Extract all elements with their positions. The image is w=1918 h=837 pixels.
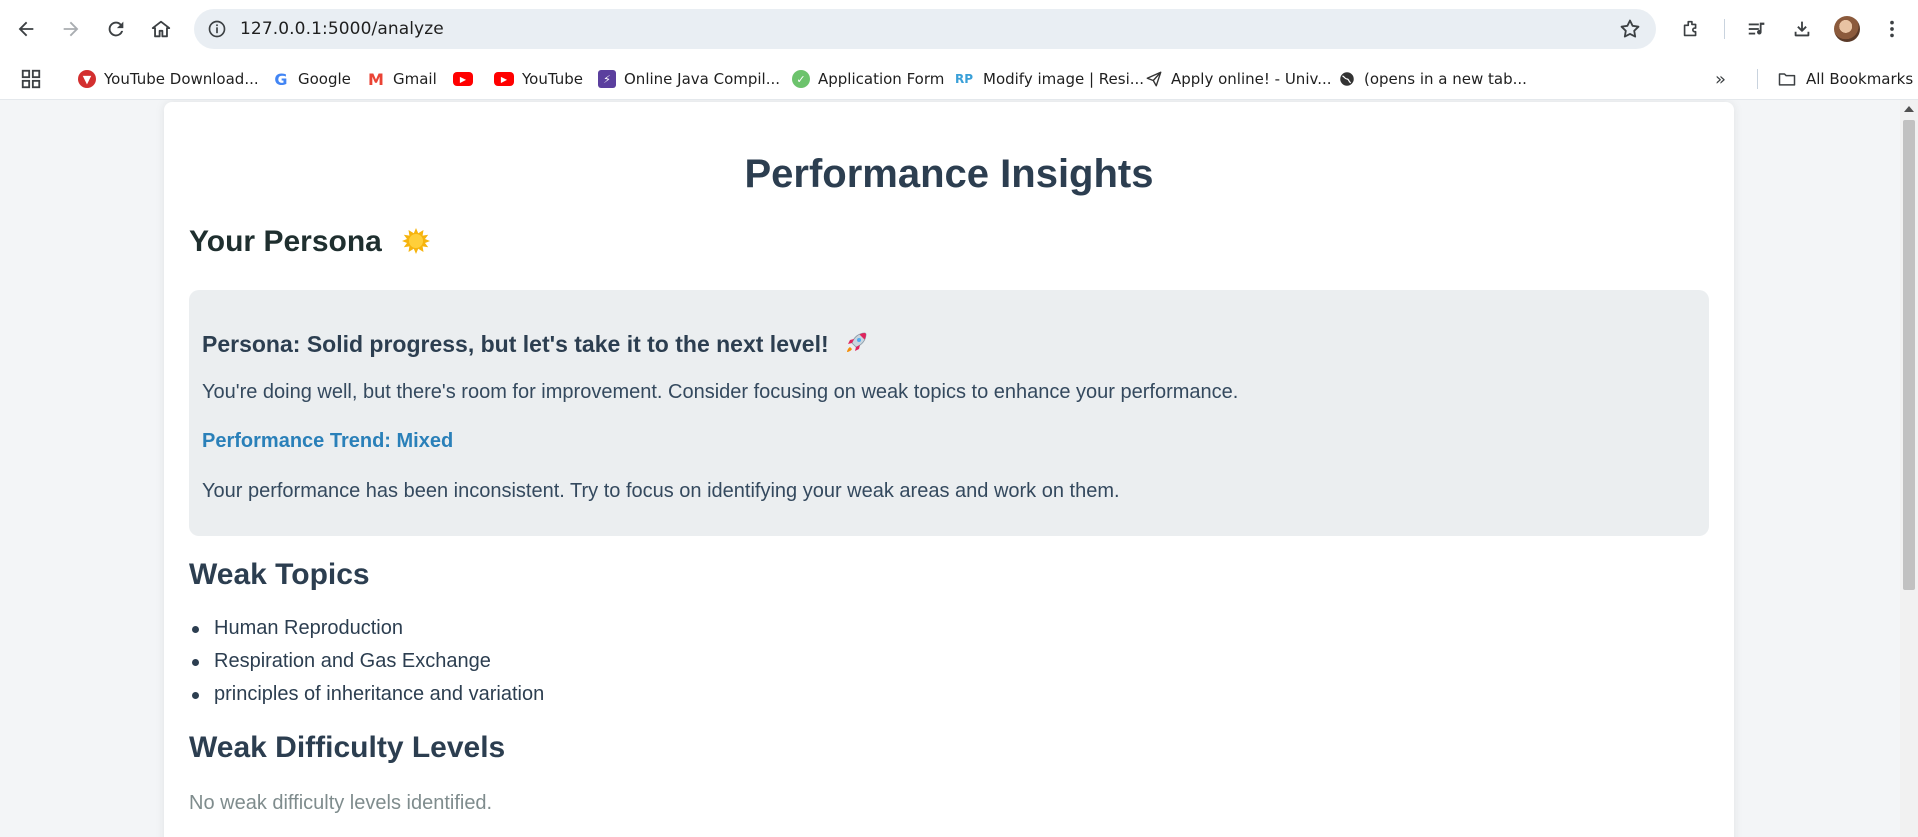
menu-kebab-icon[interactable] [1877,14,1907,44]
persona-heading-text: Your Persona [189,225,382,258]
bookmark-youtube-icon-only[interactable]: ▶ [453,66,481,92]
back-button[interactable] [10,13,42,45]
insights-card: Performance Insights Your Persona Person… [164,102,1734,837]
folder-icon [1776,70,1798,88]
bookmark-modify-image[interactable]: RP Modify image | Resi... [953,66,1144,92]
toolbar-divider [1724,19,1725,39]
more-bookmarks-chevron-icon[interactable]: » [1715,66,1726,92]
profile-avatar[interactable] [1834,16,1860,42]
bookmark-star-icon[interactable] [1618,17,1642,41]
browser-toolbar: 127.0.0.1:5000/analyze [0,0,1918,58]
all-bookmarks-button[interactable]: All Bookmarks [1776,66,1913,92]
bookmarks-divider [1757,69,1758,89]
weak-topics-heading: Weak Topics [189,558,370,591]
list-item: principles of inheritance and variation [191,683,544,716]
bookmark-label: Online Java Compil... [624,70,781,88]
bookmark-label: Application Form [818,70,945,88]
bookmark-opens-new-tab[interactable]: (opens in a new tab... [1338,66,1527,92]
paper-plane-icon [1145,70,1163,88]
bookmarks-bar: ▼ YouTube Download... G Google M Gmail ▶… [0,58,1918,100]
bookmark-label: Google [298,70,351,88]
google-icon: G [272,70,290,89]
bookmark-label: Apply online! - Univ... [1171,70,1332,88]
scroll-up-arrow-icon[interactable] [1904,106,1914,112]
apps-grid-icon [21,69,41,89]
bookmark-label: YouTube Download... [104,70,259,88]
site-info-icon[interactable] [204,16,230,42]
bookmark-youtube-downloader[interactable]: ▼ YouTube Download... [78,66,259,92]
persona-title-text: Persona: Solid progress, but let's take … [202,331,829,357]
weak-difficulty-heading: Weak Difficulty Levels [189,731,506,764]
youtube-icon: ▶ [453,72,473,86]
bookmark-label: Gmail [393,70,437,88]
url-text[interactable]: 127.0.0.1:5000/analyze [240,19,444,39]
list-item: Respiration and Gas Exchange [191,650,544,683]
java-compiler-icon: ⚡ [598,70,616,88]
extensions-icon[interactable] [1676,14,1706,44]
bookmark-youtube[interactable]: ▶ YouTube [494,66,583,92]
address-bar[interactable]: 127.0.0.1:5000/analyze [194,9,1656,49]
forward-arrow-icon [63,21,79,37]
list-item: Human Reproduction [191,617,544,650]
persona-heading: Your Persona [189,225,431,259]
sun-emoji-icon [402,228,431,254]
bookmark-application-form[interactable]: ✓ Application Form [792,66,944,92]
youtube-icon: ▶ [494,72,514,86]
rp-icon: RP [953,70,975,88]
rocket-emoji-icon [847,332,867,352]
reload-button[interactable] [100,13,132,45]
bookmark-label: Modify image | Resi... [983,70,1145,88]
trend-description: Your performance has been inconsistent. … [202,480,1120,502]
page-scrollbar[interactable] [1900,100,1918,837]
persona-title: Persona: Solid progress, but let's take … [202,330,869,358]
bookmark-online-java-compiler[interactable]: ⚡ Online Java Compil... [598,66,780,92]
scroll-thumb[interactable] [1903,120,1915,590]
check-circle-icon: ✓ [792,70,810,88]
home-button[interactable] [145,13,177,45]
apps-grid-button[interactable] [20,66,42,92]
bookmark-label: (opens in a new tab... [1364,70,1527,88]
bookmark-label: YouTube [522,70,583,88]
page-title: Performance Insights [744,152,1154,196]
youtube-downloader-icon: ▼ [78,70,96,88]
page-viewport: Performance Insights Your Persona Person… [0,100,1900,837]
media-control-icon[interactable] [1742,14,1772,44]
download-icon[interactable] [1787,14,1817,44]
weak-topics-list: Human Reproduction Respiration and Gas E… [191,617,544,716]
weak-difficulty-message: No weak difficulty levels identified. [189,792,493,814]
bookmark-apply-online[interactable]: Apply online! - Univ... [1145,66,1332,92]
globe-icon [1338,70,1356,88]
reload-icon [108,21,124,37]
persona-box: Persona: Solid progress, but let's take … [189,290,1709,536]
back-arrow-icon [18,21,34,37]
forward-button[interactable] [55,13,87,45]
performance-trend: Performance Trend: Mixed [202,430,454,452]
persona-description: You're doing well, but there's room for … [202,381,1239,403]
gmail-icon: M [367,69,385,89]
bookmark-google[interactable]: G Google [272,66,351,92]
home-icon [151,20,171,38]
all-bookmarks-label: All Bookmarks [1806,70,1914,88]
bookmark-gmail[interactable]: M Gmail [367,66,437,92]
